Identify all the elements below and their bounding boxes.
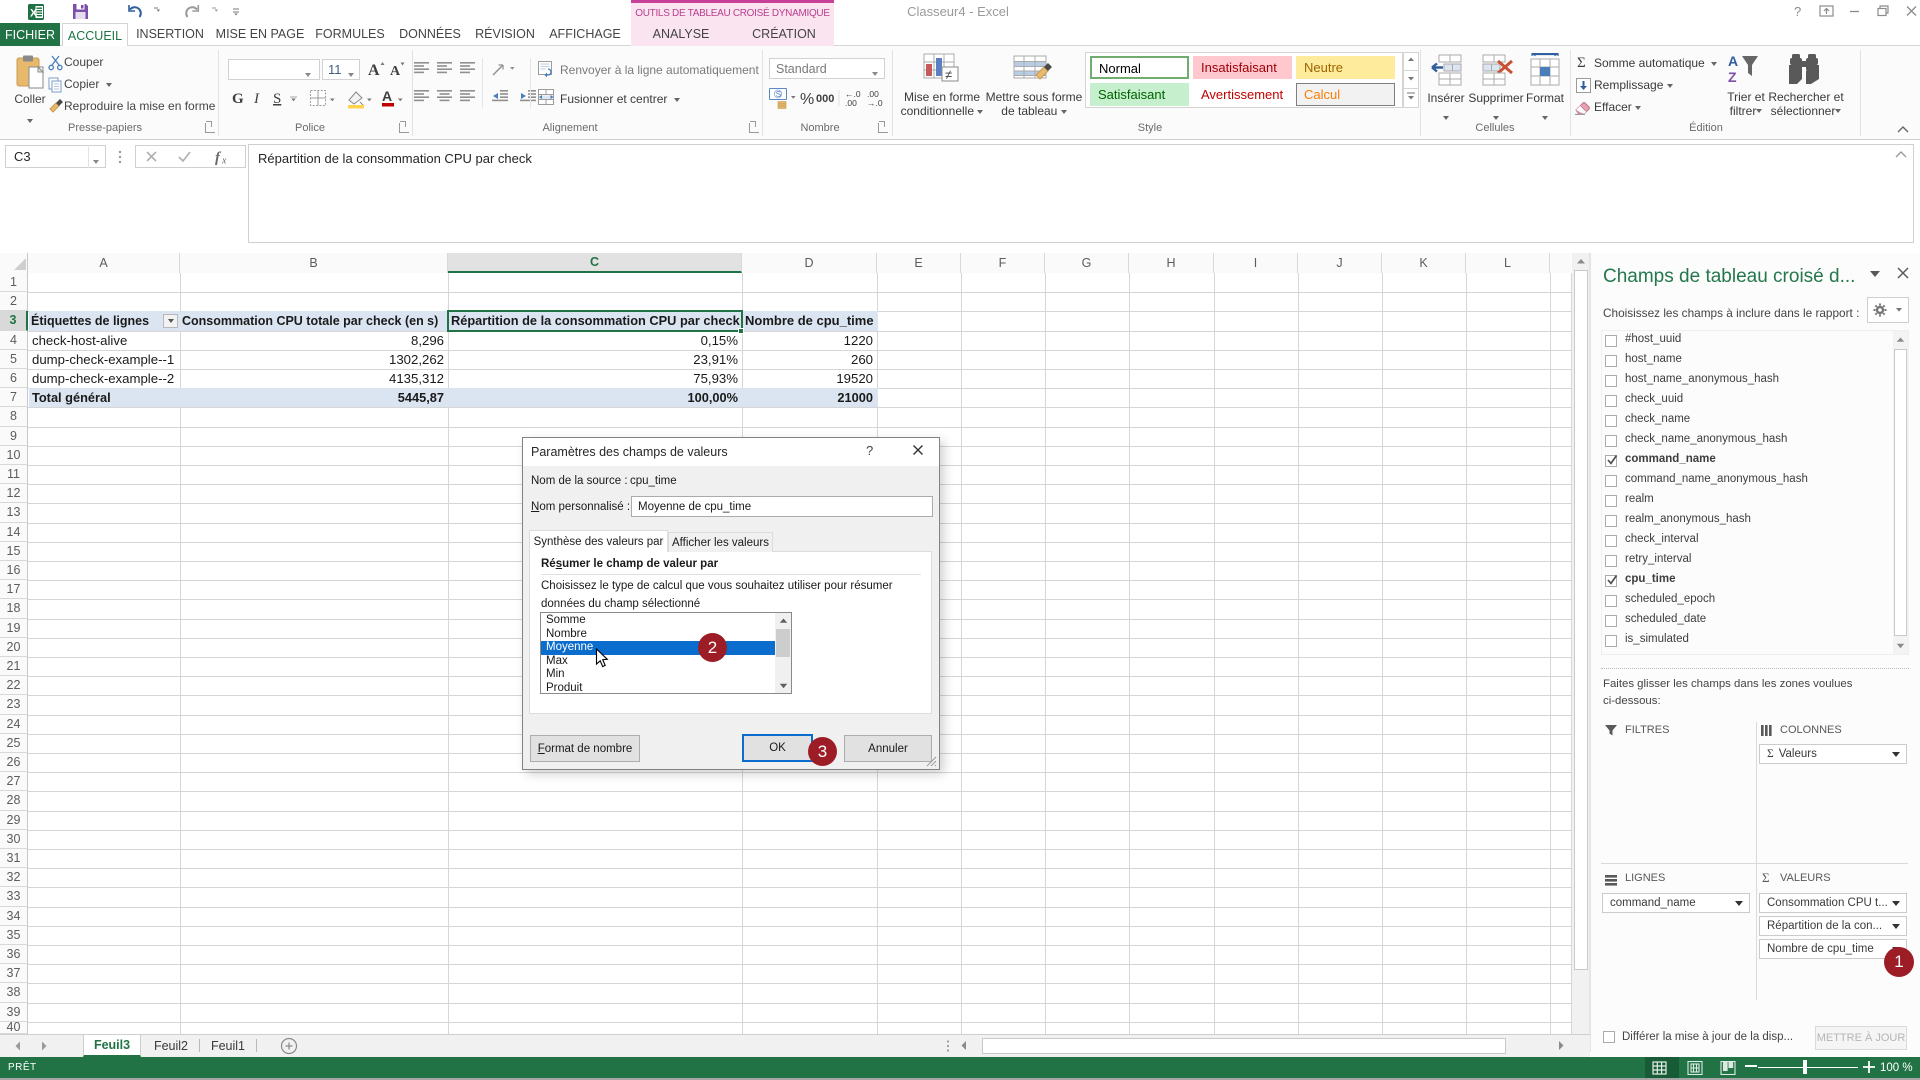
svg-text:S: S — [776, 90, 781, 99]
svg-text:000: 000 — [816, 93, 834, 105]
svg-text:f: f — [215, 150, 222, 165]
svg-text:Z: Z — [1728, 69, 1737, 85]
svg-text:%: % — [800, 91, 814, 108]
svg-text:I: I — [253, 91, 260, 107]
svg-text:→.0: →.0 — [867, 98, 883, 108]
svg-text:A: A — [368, 62, 380, 79]
svg-text:≠: ≠ — [945, 67, 952, 82]
svg-text:.00: .00 — [845, 98, 857, 108]
svg-text:A: A — [390, 64, 401, 79]
svg-text:G: G — [232, 91, 244, 107]
svg-text:A: A — [382, 88, 392, 104]
svg-text:X: X — [30, 8, 38, 20]
svg-text:x: x — [221, 156, 227, 166]
svg-text:S: S — [273, 91, 281, 107]
svg-text:?: ? — [1794, 4, 1801, 19]
svg-text:A: A — [1728, 53, 1738, 69]
